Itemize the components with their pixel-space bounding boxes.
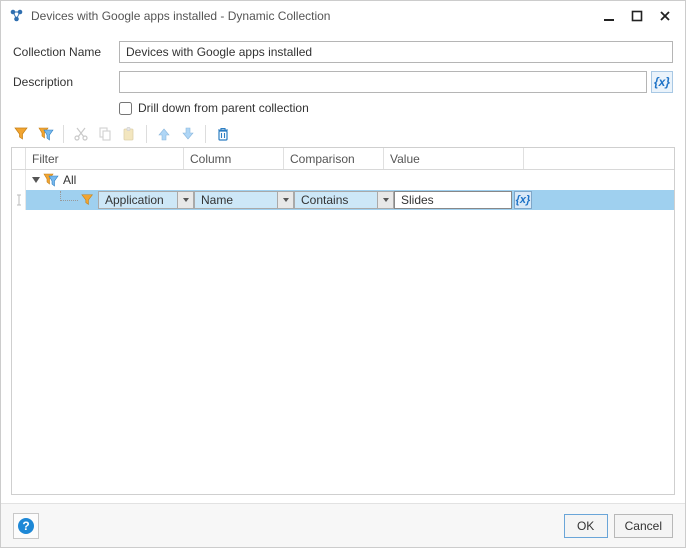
- filter-value-input[interactable]: [394, 191, 512, 209]
- close-button[interactable]: [651, 5, 679, 27]
- funnel-plus-icon: [14, 126, 30, 142]
- title-bar: Devices with Google apps installed - Dyn…: [1, 1, 685, 31]
- ok-button[interactable]: OK: [564, 514, 608, 538]
- delete-button[interactable]: [212, 123, 234, 145]
- filter-comparison-select[interactable]: Contains: [294, 191, 394, 209]
- copy-button[interactable]: [94, 123, 116, 145]
- filter-value-expression-button[interactable]: {x}: [514, 191, 532, 209]
- description-label: Description: [13, 75, 119, 89]
- toolbar-separator: [146, 125, 147, 143]
- cut-icon: [73, 126, 89, 142]
- filter-comparison-value: Contains: [295, 193, 377, 207]
- toolbar-separator: [63, 125, 64, 143]
- minimize-button[interactable]: [595, 5, 623, 27]
- add-group-button[interactable]: [35, 123, 57, 145]
- svg-text:?: ?: [22, 519, 29, 533]
- drill-down-label: Drill down from parent collection: [138, 101, 309, 115]
- form-area: Collection Name Description {x} Drill do…: [1, 31, 685, 121]
- help-icon: ?: [17, 517, 35, 535]
- filter-row[interactable]: Application Name Contains: [12, 190, 674, 210]
- chevron-down-icon: [277, 192, 293, 208]
- grid-body[interactable]: All: [12, 170, 674, 494]
- dialog-window: Devices with Google apps installed - Dyn…: [0, 0, 686, 548]
- description-expression-button[interactable]: {x}: [651, 71, 673, 93]
- arrow-down-icon: [180, 126, 196, 142]
- filter-column-value: Name: [195, 193, 277, 207]
- drill-down-checkbox[interactable]: [119, 102, 132, 115]
- grid-header-comparison[interactable]: Comparison: [284, 148, 384, 169]
- cancel-button[interactable]: Cancel: [614, 514, 673, 538]
- filter-type-value: Application: [99, 193, 177, 207]
- row-gutter: [12, 170, 26, 190]
- grid-header-value[interactable]: Value: [384, 148, 524, 169]
- dialog-footer: ? OK Cancel: [1, 503, 685, 547]
- cut-button[interactable]: [70, 123, 92, 145]
- filter-group-row[interactable]: All: [12, 170, 674, 190]
- filter-type-select[interactable]: Application: [98, 191, 194, 209]
- row-edit-indicator: [12, 190, 26, 210]
- copy-icon: [97, 126, 113, 142]
- funnel-icon: [80, 192, 96, 208]
- chevron-down-icon: [177, 192, 193, 208]
- arrow-up-icon: [156, 126, 172, 142]
- grid-header: Filter Column Comparison Value: [12, 148, 674, 170]
- filter-grid: Filter Column Comparison Value: [11, 147, 675, 495]
- app-icon: [9, 8, 25, 24]
- grid-header-filter[interactable]: Filter: [26, 148, 184, 169]
- move-down-button[interactable]: [177, 123, 199, 145]
- drill-down-row: Drill down from parent collection: [119, 101, 673, 115]
- paste-icon: [121, 126, 137, 142]
- description-row: Description {x}: [13, 71, 673, 93]
- funnel-group-icon: [43, 172, 59, 188]
- text-cursor-icon: [14, 194, 24, 206]
- move-up-button[interactable]: [153, 123, 175, 145]
- grid-header-rest: [524, 148, 674, 169]
- collection-name-row: Collection Name: [13, 41, 673, 63]
- expand-toggle[interactable]: [30, 174, 42, 186]
- filter-group-label: All: [61, 173, 76, 187]
- collection-name-input[interactable]: [119, 41, 673, 63]
- collection-name-label: Collection Name: [13, 45, 119, 59]
- window-title: Devices with Google apps installed - Dyn…: [31, 9, 330, 23]
- trash-icon: [215, 126, 231, 142]
- funnel-group-icon: [38, 126, 54, 142]
- paste-button[interactable]: [118, 123, 140, 145]
- filter-column-select[interactable]: Name: [194, 191, 294, 209]
- grid-header-gutter: [12, 148, 26, 169]
- chevron-down-icon: [377, 192, 393, 208]
- help-button[interactable]: ?: [13, 513, 39, 539]
- add-filter-button[interactable]: [11, 123, 33, 145]
- maximize-button[interactable]: [623, 5, 651, 27]
- toolbar-separator: [205, 125, 206, 143]
- grid-header-column[interactable]: Column: [184, 148, 284, 169]
- description-input[interactable]: [119, 71, 647, 93]
- filter-toolbar: [1, 121, 685, 147]
